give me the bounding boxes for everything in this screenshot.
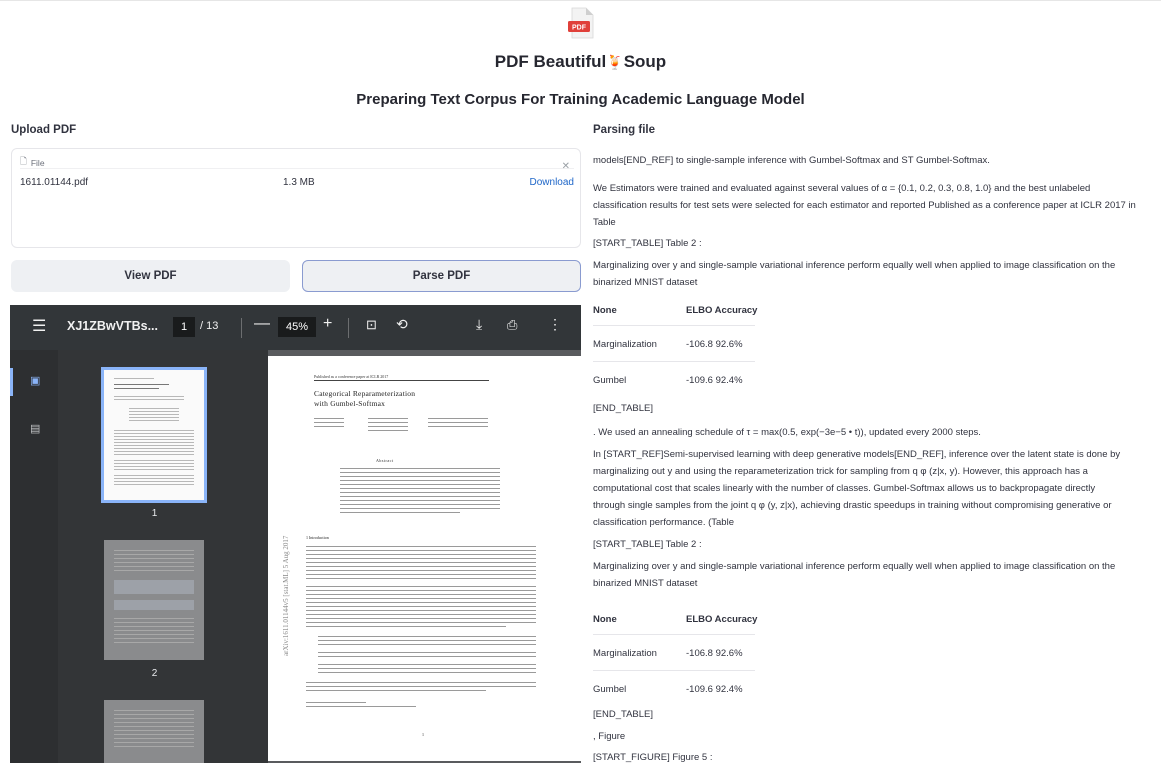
outline-icon[interactable]: ▤ bbox=[30, 422, 40, 435]
cocktail-emoji-icon: 🍹 bbox=[606, 54, 624, 70]
parsed-line: through single samples from the joint q … bbox=[593, 500, 1112, 511]
menu-icon[interactable]: ☰ bbox=[32, 316, 46, 336]
app-title-text: PDF Beautiful bbox=[494, 52, 607, 71]
parsed-line: [END_TABLE] bbox=[593, 709, 654, 720]
document-name: XJ1ZBwVTBs... bbox=[67, 319, 158, 333]
file-size: 1.3 MB bbox=[283, 177, 315, 188]
table-cell: Gumbel bbox=[593, 375, 627, 386]
table-cell: Marginalization bbox=[593, 339, 657, 350]
uploader-divider bbox=[20, 168, 574, 169]
paper-title-line: Categorical Reparameterization bbox=[314, 389, 416, 398]
parsed-line: [END_TABLE] bbox=[593, 403, 654, 414]
intro-heading: 1 Introduction bbox=[306, 535, 329, 540]
page-thumbnail[interactable] bbox=[101, 367, 207, 503]
viewer-sidebar: ▣ ▤ bbox=[10, 350, 58, 763]
parsed-line: models[END_REF] to single-sample inferen… bbox=[593, 155, 990, 166]
thumbnails-icon[interactable]: ▣ bbox=[30, 374, 40, 387]
parsed-line: [START_FIGURE] Figure 5 : bbox=[593, 752, 713, 763]
close-icon[interactable]: ✕ bbox=[562, 161, 570, 172]
parsed-line: [START_TABLE] Table 2 : bbox=[593, 539, 702, 550]
parsed-line: Table bbox=[593, 217, 616, 228]
parsed-line: Marginalizing over y and single-sample v… bbox=[593, 260, 1116, 271]
parsing-label: Parsing file bbox=[593, 124, 655, 136]
print-icon[interactable]: ⎙ bbox=[507, 317, 517, 333]
zoom-out-icon[interactable]: — bbox=[254, 315, 270, 333]
selected-indicator bbox=[10, 368, 13, 396]
table-header: ELBO Accuracy bbox=[686, 614, 758, 625]
logo-label: PDF bbox=[572, 25, 587, 32]
paper-title-line: with Gumbel-Softmax bbox=[314, 399, 386, 408]
table-cell: -109.6 92.4% bbox=[686, 684, 743, 695]
pdf-toolbar: ☰ XJ1ZBwVTBs... 1 / 13 — 45% + ⊡ ⟲ ⤓ ⎙ ⋮ bbox=[10, 305, 581, 350]
top-border bbox=[0, 0, 1161, 4]
view-pdf-button[interactable]: View PDF bbox=[11, 260, 290, 292]
thumbnail-number: 1 bbox=[151, 508, 158, 519]
zoom-in-icon[interactable]: + bbox=[323, 315, 332, 333]
parsed-line: We Estimators were trained and evaluated… bbox=[593, 183, 1091, 194]
page-number-input[interactable]: 1 bbox=[173, 317, 195, 337]
file-tag-label: File bbox=[30, 158, 45, 168]
more-options-icon[interactable]: ⋮ bbox=[548, 316, 562, 333]
parsed-line: binarized MNIST dataset bbox=[593, 578, 698, 589]
parsed-line: binarized MNIST dataset bbox=[593, 277, 698, 288]
app-title: PDF Beautiful🍹Soup bbox=[0, 52, 1161, 72]
table-cell: -106.8 92.6% bbox=[686, 339, 743, 350]
parsed-line: classification performance. (Table bbox=[593, 517, 734, 528]
arxiv-stamp: arXiv:1611.01144v5 [stat.ML] 5 Aug 2017 bbox=[282, 535, 290, 656]
app-title-suffix: Soup bbox=[623, 52, 667, 71]
download-icon[interactable]: ⤓ bbox=[476, 316, 482, 333]
toolbar-divider bbox=[348, 318, 349, 338]
table-header: ELBO Accuracy bbox=[686, 305, 758, 316]
parsed-line: . We used an annealing schedule of τ = m… bbox=[593, 427, 981, 438]
page-count: / 13 bbox=[200, 320, 219, 332]
table-cell: Gumbel bbox=[593, 684, 627, 695]
table-header: None bbox=[593, 305, 617, 316]
thumbnail-number: 2 bbox=[151, 668, 158, 679]
thumbnail-pane: 1 2 bbox=[58, 350, 268, 763]
table-cell: Marginalization bbox=[593, 648, 657, 659]
parsed-line: In [START_REF]Semi-supervised learning w… bbox=[593, 449, 1121, 460]
zoom-level-input[interactable]: 45% bbox=[278, 317, 316, 337]
parsed-line: marginalizing out y and using the repara… bbox=[593, 466, 1088, 477]
pdf-page: Published as a conference paper at ICLR … bbox=[268, 356, 581, 761]
rotate-icon[interactable]: ⟲ bbox=[396, 316, 408, 333]
abstract-heading: Abstract bbox=[376, 458, 394, 463]
file-name: 1611.01144.pdf bbox=[20, 177, 89, 188]
paper-title: Categorical Reparameterization with Gumb… bbox=[314, 389, 415, 409]
page-thumbnail[interactable] bbox=[104, 540, 204, 660]
page-thumbnail[interactable] bbox=[104, 700, 204, 763]
page-number: 1 bbox=[422, 732, 424, 737]
table-header: None bbox=[593, 614, 617, 625]
pdf-viewer: ☰ XJ1ZBwVTBs... 1 / 13 — 45% + ⊡ ⟲ ⤓ ⎙ ⋮… bbox=[10, 305, 581, 763]
file-uploader[interactable]: 🗋 File ✕ 1611.01144.pdf 1.3 MB Download bbox=[11, 148, 581, 248]
toolbar-divider bbox=[241, 318, 242, 338]
page-view: Published as a conference paper at ICLR … bbox=[268, 350, 581, 763]
fit-page-icon[interactable]: ⊡ bbox=[366, 317, 377, 333]
pdf-file-icon: PDF bbox=[568, 7, 594, 39]
download-link[interactable]: Download bbox=[530, 177, 574, 188]
parsed-line: computational cost that scales linearly … bbox=[593, 483, 1096, 494]
parsed-line: classification results for test sets wer… bbox=[593, 200, 1136, 211]
parse-pdf-button[interactable]: Parse PDF bbox=[302, 260, 581, 292]
table-cell: -109.6 92.4% bbox=[686, 375, 743, 386]
parsed-line: , Figure bbox=[593, 731, 626, 742]
parsed-line: [START_TABLE] Table 2 : bbox=[593, 238, 702, 249]
table-cell: -106.8 92.6% bbox=[686, 648, 743, 659]
app-subtitle: Preparing Text Corpus For Training Acade… bbox=[356, 91, 805, 108]
page-header-note: Published as a conference paper at ICLR … bbox=[314, 374, 389, 379]
upload-label: Upload PDF bbox=[11, 124, 77, 136]
parsed-line: Marginalizing over y and single-sample v… bbox=[593, 561, 1116, 572]
